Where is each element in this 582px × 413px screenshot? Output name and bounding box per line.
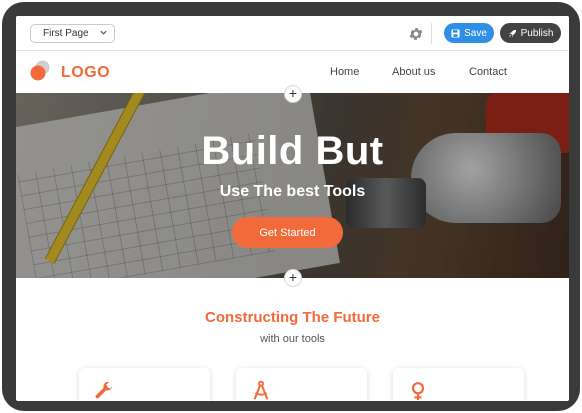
gear-icon[interactable] bbox=[408, 26, 424, 42]
nav-link-home[interactable]: Home bbox=[330, 66, 359, 78]
add-section-button-bottom[interactable]: + bbox=[284, 269, 302, 287]
wrench-icon bbox=[95, 381, 113, 399]
rocket-icon bbox=[508, 29, 516, 37]
get-started-button[interactable]: Get Started bbox=[232, 217, 343, 248]
editor-screen: First Page Save Publish LOGO Home About … bbox=[16, 16, 569, 401]
nav-link-about[interactable]: About us bbox=[392, 66, 435, 78]
save-label: Save bbox=[464, 27, 487, 39]
compass-icon bbox=[253, 380, 269, 400]
page-selector-value: First Page bbox=[43, 28, 89, 39]
toolbar-divider bbox=[431, 23, 432, 44]
device-frame: First Page Save Publish LOGO Home About … bbox=[2, 2, 580, 411]
publish-label: Publish bbox=[520, 27, 554, 39]
feature-card[interactable] bbox=[79, 368, 210, 401]
editor-toolbar: First Page Save Publish bbox=[16, 16, 569, 51]
section-subtitle: with our tools bbox=[260, 333, 325, 345]
hero-section: Build But Use The best Tools Get Started bbox=[16, 93, 569, 278]
page-selector[interactable]: First Page bbox=[30, 24, 115, 43]
add-section-button-top[interactable]: + bbox=[284, 85, 302, 103]
save-button[interactable]: Save bbox=[444, 23, 494, 43]
plumb-bob-icon bbox=[411, 382, 425, 401]
nav-link-contact[interactable]: Contact bbox=[469, 66, 507, 78]
section-title: Constructing The Future bbox=[205, 309, 380, 326]
hero-title: Build But bbox=[201, 129, 384, 173]
hero-subtitle: Use The best Tools bbox=[219, 183, 366, 200]
logo-icon[interactable] bbox=[29, 59, 53, 83]
feature-card[interactable] bbox=[236, 368, 367, 401]
floppy-disk-icon bbox=[451, 28, 460, 38]
publish-button[interactable]: Publish bbox=[500, 23, 561, 43]
chevron-down-icon bbox=[100, 30, 107, 35]
feature-card[interactable] bbox=[393, 368, 524, 401]
logo-text[interactable]: LOGO bbox=[61, 64, 110, 82]
